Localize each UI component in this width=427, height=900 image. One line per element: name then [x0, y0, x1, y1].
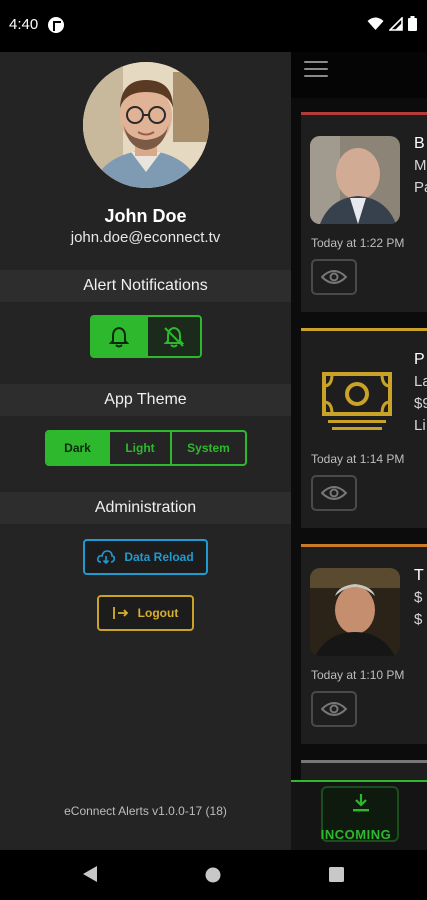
alert-card-line: $9	[414, 395, 427, 412]
app-version: eConnect Alerts v1.0.0-17 (18)	[64, 804, 227, 818]
profile-email: john.doe@econnect.tv	[70, 229, 221, 246]
battery-icon	[408, 16, 417, 31]
notifications-toggle	[90, 315, 202, 358]
bell-off-icon	[163, 326, 185, 347]
money-icon	[310, 352, 400, 440]
alert-card-line: Li	[414, 417, 426, 434]
alert-card-time: Today at 1:10 PM	[311, 668, 405, 682]
logout-button[interactable]: Logout	[97, 595, 194, 631]
wifi-icon	[367, 17, 384, 30]
status-icons	[367, 16, 417, 31]
bell-icon	[109, 326, 129, 347]
theme-selector: Dark Light System	[45, 430, 247, 466]
back-icon[interactable]	[82, 865, 98, 883]
view-alert-button[interactable]	[311, 691, 357, 727]
alert-card[interactable]: P La $9 Li Today at 1:14 PM	[301, 328, 427, 528]
alert-card-line: M	[414, 157, 427, 174]
alert-card-line: $	[414, 611, 423, 628]
theme-system-option[interactable]: System	[170, 432, 245, 464]
tab-incoming-label: INCOMING	[320, 827, 392, 842]
logout-label: Logout	[137, 606, 179, 620]
hamburger-menu-icon[interactable]	[304, 61, 328, 79]
alert-card-time: Today at 1:14 PM	[311, 452, 405, 466]
alert-card-text: T $ $	[414, 565, 424, 631]
home-icon[interactable]	[205, 867, 221, 883]
app-notification-icon	[48, 17, 64, 33]
section-administration: Administration	[0, 492, 291, 524]
signal-icon	[389, 16, 403, 31]
alert-card[interactable]: T $ $ Today at 1:10 PM	[301, 544, 427, 744]
notifications-on-button[interactable]	[92, 317, 146, 356]
alert-card-time: Today at 1:22 PM	[311, 236, 405, 250]
alert-card-title: B	[414, 135, 425, 152]
recents-icon[interactable]	[329, 867, 344, 882]
tab-incoming[interactable]: INCOMING	[291, 780, 427, 850]
data-reload-label: Data Reload	[124, 550, 194, 564]
cloud-download-icon	[97, 550, 116, 564]
section-alert-notifications: Alert Notifications	[0, 270, 291, 302]
alerts-feed[interactable]: B M Pa Today at 1:22 PM P	[291, 98, 427, 850]
system-navigation-bar	[0, 850, 427, 900]
eye-icon	[321, 702, 347, 716]
profile-name: John Doe	[104, 206, 187, 226]
alert-card-title: T	[414, 567, 424, 584]
person-thumbnail	[310, 568, 400, 656]
theme-dark-option[interactable]: Dark	[47, 432, 108, 464]
alert-card-text: B M Pa	[414, 133, 427, 199]
section-app-theme: App Theme	[0, 384, 291, 416]
download-icon	[353, 794, 369, 812]
alert-card-line: Pa	[414, 179, 427, 196]
theme-light-option[interactable]: Light	[108, 432, 170, 464]
alert-card-title: P	[414, 351, 425, 368]
data-reload-button[interactable]: Data Reload	[83, 539, 208, 575]
logout-icon	[112, 607, 128, 619]
eye-icon	[321, 270, 347, 284]
alert-card-line: $	[414, 589, 423, 606]
navigation-drawer: John Doe john.doe@econnect.tv Alert Noti…	[0, 0, 291, 850]
status-time: 4:40	[9, 16, 39, 33]
notifications-off-button[interactable]	[146, 317, 200, 356]
alert-card-text: P La $9 Li	[414, 349, 427, 437]
alert-card[interactable]: B M Pa Today at 1:22 PM	[301, 112, 427, 312]
eye-icon	[321, 486, 347, 500]
avatar	[83, 62, 209, 188]
alert-card-line: La	[414, 373, 427, 390]
person-thumbnail	[310, 136, 400, 224]
status-bar: 4:40	[0, 0, 427, 52]
view-alert-button[interactable]	[311, 475, 357, 511]
view-alert-button[interactable]	[311, 259, 357, 295]
